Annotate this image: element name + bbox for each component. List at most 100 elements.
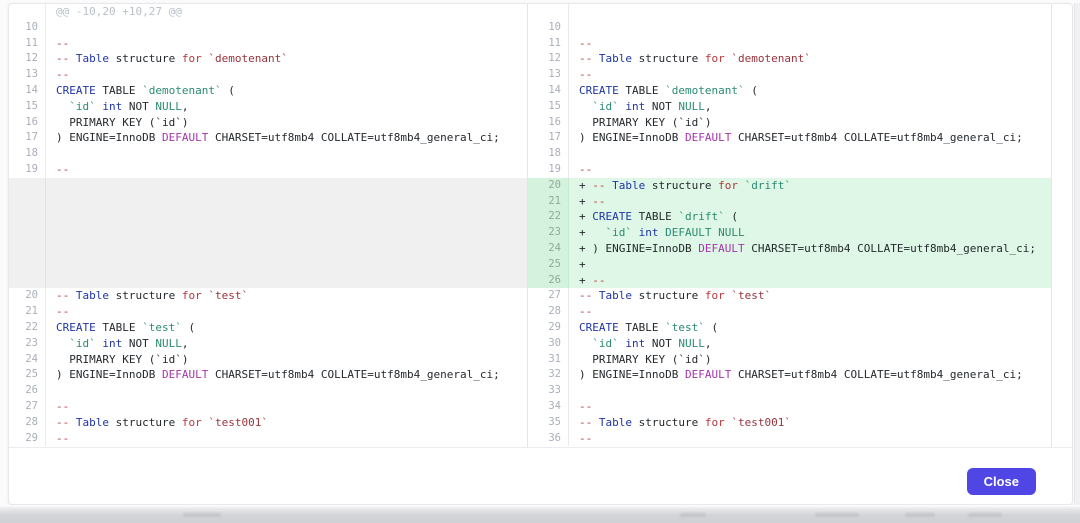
line-number: 33	[528, 383, 569, 399]
diff-row: 17) ENGINE=InnoDB DEFAULT CHARSET=utf8mb…	[9, 130, 527, 146]
diff-row: 15 `id` int NOT NULL,	[9, 99, 527, 115]
background-table-remnant	[968, 513, 1002, 517]
code-line: --	[569, 431, 1051, 447]
line-number: 26	[9, 383, 46, 399]
line-number: 12	[9, 51, 46, 67]
code-line: ) ENGINE=InnoDB DEFAULT CHARSET=utf8mb4 …	[569, 367, 1051, 383]
close-button[interactable]: Close	[967, 468, 1036, 495]
background-table-remnant	[815, 513, 859, 517]
line-number: 15	[528, 99, 569, 115]
code-line: + `id` int DEFAULT NULL	[569, 225, 1051, 241]
line-number: 20	[528, 178, 569, 194]
code-line: -- Table structure for `demotenant`	[46, 51, 527, 67]
diff-right-margin	[1052, 4, 1072, 447]
diff-row	[528, 4, 1051, 20]
code-line: --	[569, 399, 1051, 415]
line-number: 25	[528, 257, 569, 273]
code-line: + ) ENGINE=InnoDB DEFAULT CHARSET=utf8mb…	[569, 241, 1051, 257]
diff-row-added: 21+ --	[528, 194, 1051, 210]
diff-row: 24 PRIMARY KEY (`id`)	[9, 352, 527, 368]
line-number: 19	[9, 162, 46, 178]
code-line	[569, 383, 1051, 399]
code-line: --	[46, 36, 527, 52]
diff-row: 35-- Table structure for `test001`	[528, 415, 1051, 431]
background-page-strip	[0, 505, 1080, 523]
diff-row: 20-- Table structure for `test`	[9, 288, 527, 304]
diff-row: 29CREATE TABLE `test` (	[528, 320, 1051, 336]
collapsed-gap	[9, 178, 527, 289]
line-number: 25	[9, 367, 46, 383]
line-number: 31	[528, 352, 569, 368]
line-number: 35	[528, 415, 569, 431]
line-number: 10	[9, 20, 46, 36]
code-line: `id` int NOT NULL,	[46, 99, 527, 115]
line-number: 14	[528, 83, 569, 99]
code-line: --	[46, 67, 527, 83]
diff-row: 10	[9, 20, 527, 36]
line-number: 30	[528, 336, 569, 352]
diff-row: 18	[9, 146, 527, 162]
code-line	[46, 178, 527, 289]
diff-row: 16 PRIMARY KEY (`id`)	[9, 115, 527, 131]
diff-row: 23 `id` int NOT NULL,	[9, 336, 527, 352]
line-number	[9, 4, 46, 20]
diff-row: 22CREATE TABLE `test` (	[9, 320, 527, 336]
line-number: 28	[9, 415, 46, 431]
code-line: --	[569, 67, 1051, 83]
line-number: 13	[528, 67, 569, 83]
line-number: 13	[9, 67, 46, 83]
code-line	[569, 146, 1051, 162]
diff-row: @@ -10,20 +10,27 @@	[9, 4, 527, 20]
vertical-scrollbar[interactable]	[1074, 3, 1080, 505]
code-line: @@ -10,20 +10,27 @@	[46, 4, 527, 20]
diff-viewer: @@ -10,20 +10,27 @@1011--12-- Table stru…	[9, 4, 1072, 448]
diff-row: 31 PRIMARY KEY (`id`)	[528, 352, 1051, 368]
code-line: CREATE TABLE `test` (	[46, 320, 527, 336]
code-line: --	[46, 162, 527, 178]
code-line: CREATE TABLE `demotenant` (	[569, 83, 1051, 99]
diff-row: 11--	[9, 36, 527, 52]
line-number: 22	[528, 209, 569, 225]
line-number: 18	[9, 146, 46, 162]
diff-row: 14CREATE TABLE `demotenant` (	[9, 83, 527, 99]
code-line: PRIMARY KEY (`id`)	[46, 115, 527, 131]
code-line: PRIMARY KEY (`id`)	[569, 115, 1051, 131]
code-line: --	[46, 304, 527, 320]
code-line: --	[46, 431, 527, 447]
line-number: 15	[9, 99, 46, 115]
line-number: 12	[528, 51, 569, 67]
diff-row-added: 26+ --	[528, 273, 1051, 289]
code-line: -- Table structure for `test001`	[569, 415, 1051, 431]
line-number: 23	[9, 336, 46, 352]
diff-row: 33	[528, 383, 1051, 399]
line-number: 16	[9, 115, 46, 131]
diff-row-added: 25+	[528, 257, 1051, 273]
line-number	[9, 178, 46, 289]
line-number: 29	[528, 320, 569, 336]
code-line: -- Table structure for `test`	[46, 288, 527, 304]
line-number: 26	[528, 273, 569, 289]
line-number: 20	[9, 288, 46, 304]
background-table-remnant	[680, 513, 706, 517]
code-line: + --	[569, 194, 1051, 210]
diff-row: 28-- Table structure for `test001`	[9, 415, 527, 431]
line-number: 24	[528, 241, 569, 257]
diff-row-added: 20+ -- Table structure for `drift`	[528, 178, 1051, 194]
line-number: 32	[528, 367, 569, 383]
line-number: 19	[528, 162, 569, 178]
code-line: `id` int NOT NULL,	[569, 336, 1051, 352]
code-line: `id` int NOT NULL,	[46, 336, 527, 352]
line-number: 21	[528, 194, 569, 210]
code-line: --	[569, 162, 1051, 178]
diff-row: 13--	[528, 67, 1051, 83]
diff-row: 10	[528, 20, 1051, 36]
diff-row: 34--	[528, 399, 1051, 415]
code-line: CREATE TABLE `demotenant` (	[46, 83, 527, 99]
diff-row-added: 23+ `id` int DEFAULT NULL	[528, 225, 1051, 241]
code-line: PRIMARY KEY (`id`)	[46, 352, 527, 368]
line-number: 17	[9, 130, 46, 146]
line-number: 29	[9, 431, 46, 447]
code-line: PRIMARY KEY (`id`)	[569, 352, 1051, 368]
diff-row: 12-- Table structure for `demotenant`	[9, 51, 527, 67]
line-number: 27	[528, 288, 569, 304]
